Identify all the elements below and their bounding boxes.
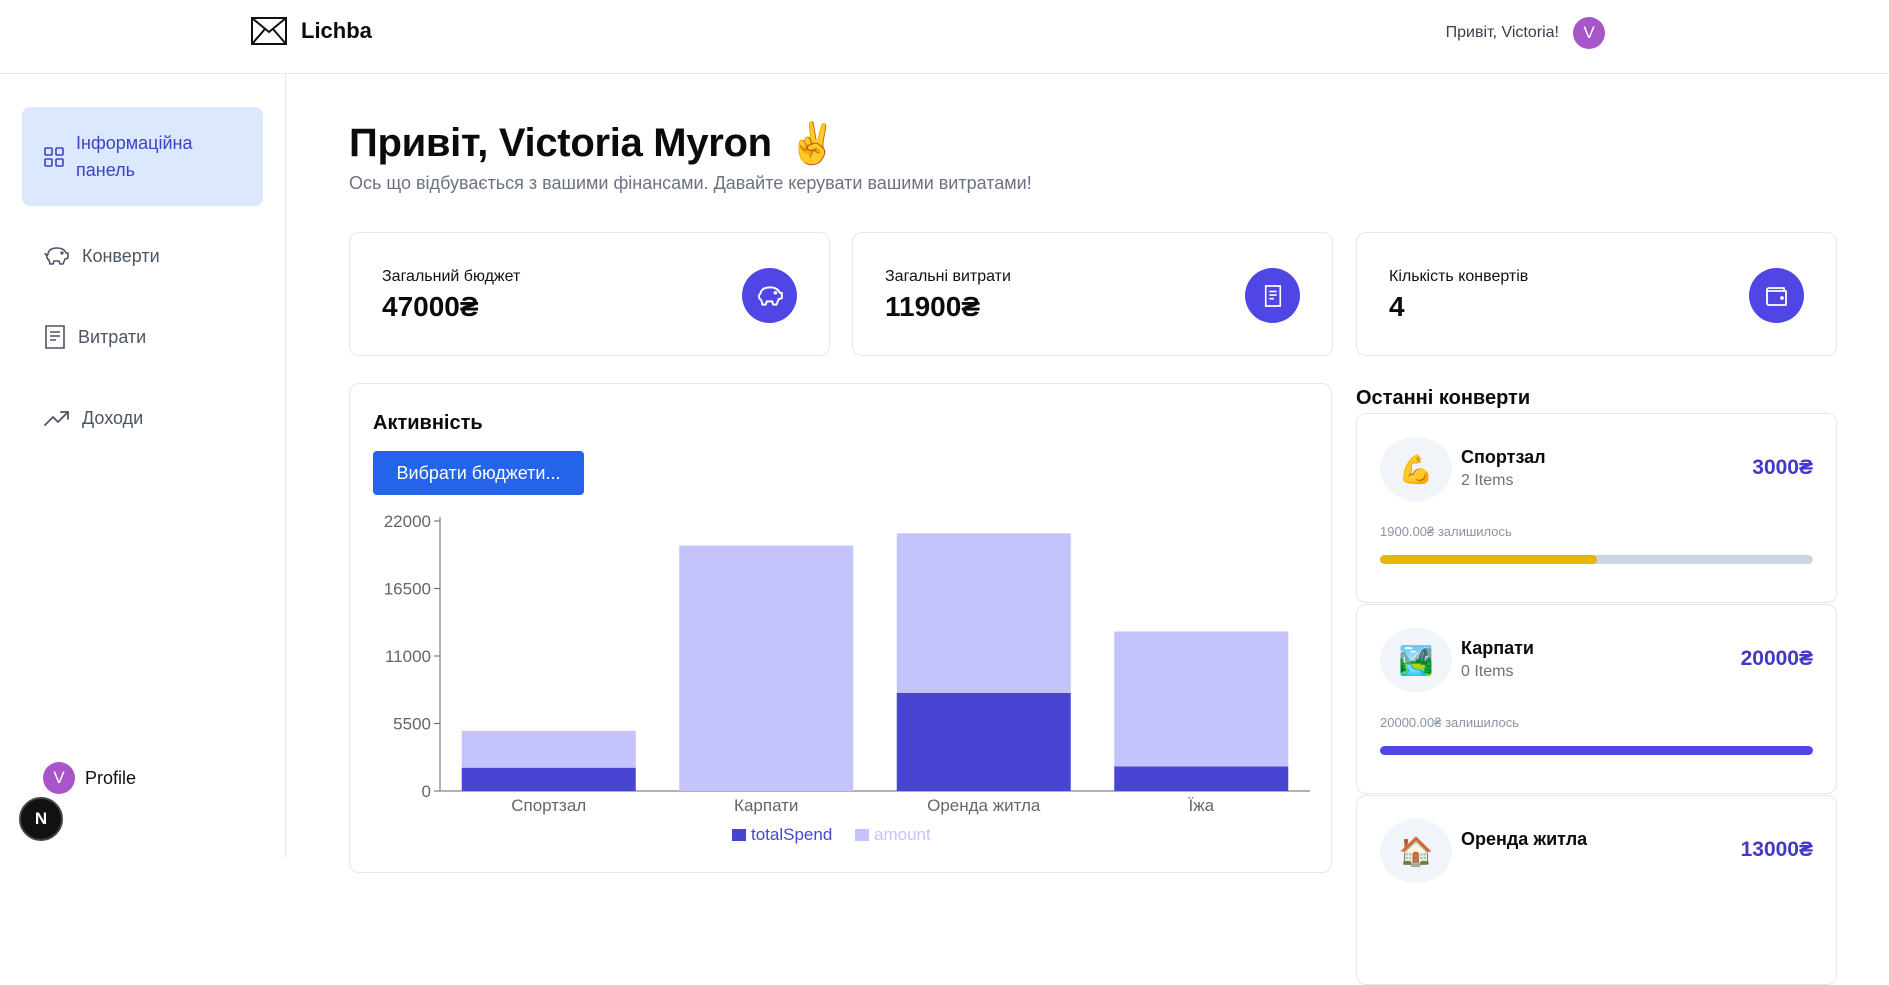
bar-totalSpend [896,692,1071,791]
page-subtitle: Ось що відбувається з вашими фінансами. … [349,173,1032,193]
legend-label: totalSpend [751,825,832,844]
grid-icon [44,146,64,167]
profile-label: Profile [85,767,137,788]
y-tick-label: 0 [422,782,431,801]
sidebar-item-label: Конверти [82,245,160,266]
stat-label: Загальний бюджет [382,268,521,285]
legend-swatch [855,829,869,841]
sidebar-item-label: Витрати [78,326,147,347]
x-tick-label: Спортзал [511,796,586,815]
envelope-remaining: 20000.00₴ залишилось [1380,715,1520,730]
app-name: Lichba [301,18,372,43]
stat-label: Загальні витрати [885,268,1011,285]
sidebar-item-income[interactable]: Доходи [22,398,263,438]
y-tick-label: 11000 [385,647,431,666]
stat-card-total-budget: Загальний бюджет 47000₴ [349,232,830,356]
envelope-remaining: 1900.00₴ залишилось [1380,524,1512,539]
wallet-icon [1749,268,1804,323]
envelope-amount: 20000₴ [1740,647,1813,670]
activity-card: Активність Вибрати бюджети... 0 5500 11000… [349,383,1332,873]
bar-amount [679,545,854,791]
profile-link[interactable]: V Profile [43,762,136,794]
envelope-amount: 13000₴ [1740,838,1813,861]
envelope-items-count: 0 Items [1461,663,1514,680]
sidebar-item-label: Інформаційна панель [76,132,193,180]
sidebar: Інформаційна панель Конверти Витрати Дох… [0,74,286,858]
x-tick-label: Карпати [734,796,798,815]
envelope-amount: 3000₴ [1752,456,1813,479]
next-dev-badge[interactable]: N [19,797,63,841]
x-tick-label: Їжа [1188,796,1214,815]
y-tick-label: 22000 [384,512,431,531]
greeting-text: Привіт, Victoria! [1445,24,1559,41]
app-logo[interactable]: Lichba [251,17,372,45]
sidebar-item-dashboard[interactable]: Інформаційна панель [22,107,263,206]
envelope-progress-fill [1380,746,1813,755]
envelope-progress-bar [1380,746,1813,755]
envelope-name: Спортзал [1461,447,1546,467]
y-tick-label: 16500 [384,580,431,599]
envelope-icon [251,17,287,45]
stat-value: 11900₴ [885,291,980,322]
page-title-text: Привіт, Victoria Myron [349,121,772,165]
victory-hand-emoji: ✌️ [787,122,838,166]
envelope-items-count: 2 Items [1461,472,1514,489]
envelope-card[interactable]: 🏠 Оренда житла 13000₴ [1356,795,1837,985]
stat-value: 47000₴ [382,291,479,322]
envelope-emoji: 🏞️ [1380,628,1452,692]
envelope-card[interactable]: 🏞️ Карпати 0 Items 20000₴ 20000.00₴ залишило… [1356,604,1837,794]
activity-chart: 0 5500 11000 16500 22000 Спортзал Карпати Оренд… [384,512,1310,844]
bar-amount [461,730,636,768]
sidebar-item-expenses[interactable]: Витрати [22,317,263,357]
trending-up-icon [44,411,69,426]
envelope-emoji: 💪 [1380,437,1452,501]
sidebar-item-label: Доходи [82,407,144,428]
receipt-icon [1245,268,1300,323]
envelope-progress-bar [1380,555,1813,564]
avatar: V [43,762,75,794]
avatar[interactable]: V [1573,17,1605,49]
recent-envelopes-title: Останні конверти [1356,387,1531,409]
stat-label: Кількість конвертів [1389,268,1529,285]
bar-amount [896,533,1071,693]
legend-label: amount [874,825,931,844]
envelope-progress-fill [1380,555,1597,564]
stat-card-envelope-count: Кількість конвертів 4 [1356,232,1837,356]
envelope-card[interactable]: 💪 Спортзал 2 Items 3000₴ 1900.00₴ залишилось [1356,413,1837,603]
y-tick-label: 5500 [393,715,431,734]
stat-card-total-expenses: Загальні витрати 11900₴ [852,232,1333,356]
top-bar: Lichba Привіт, Victoria! V [0,0,1889,74]
x-tick-label: Оренда житла [927,796,1041,815]
bar-amount [1114,631,1289,767]
piggy-bank-icon [44,247,69,265]
bar-totalSpend [1114,766,1289,791]
legend-swatch [732,829,746,841]
piggy-bank-icon [742,268,797,323]
receipt-icon [45,325,65,349]
envelope-name: Карпати [1461,638,1534,658]
envelope-emoji: 🏠 [1380,819,1452,883]
bar-totalSpend [461,767,636,791]
envelope-name: Оренда житла [1461,829,1588,849]
user-greeting: Привіт, Victoria! V [1446,17,1605,49]
page-title: Привіт, Victoria Myron ✌️ [349,120,838,167]
stat-value: 4 [1389,291,1405,322]
sidebar-item-envelopes[interactable]: Конверти [22,236,263,276]
